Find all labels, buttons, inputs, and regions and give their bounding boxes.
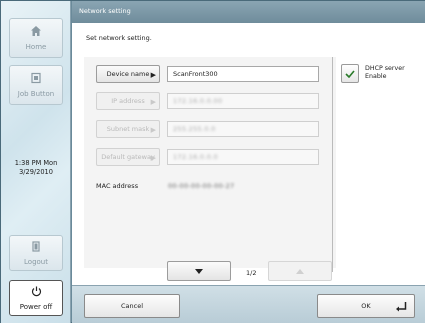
home-button[interactable]: Home <box>9 18 63 58</box>
page-down-button[interactable] <box>167 261 231 281</box>
app-window: Home Job Button 1:38 PM Mon 3/29/2010 Lo… <box>0 0 425 323</box>
default-gateway-button[interactable]: Default gateway ▶ <box>96 148 160 166</box>
power-icon <box>31 286 42 300</box>
divider <box>332 57 333 272</box>
ok-label: OK <box>361 302 371 310</box>
page-indicator: 1/2 <box>246 269 257 277</box>
clock-time: 1:38 PM Mon <box>14 159 58 167</box>
mac-address-label: MAC address <box>96 182 139 190</box>
mac-address-value: 00-00-00-00-00-27 <box>168 182 235 190</box>
job-button-label: Job Button <box>17 90 55 98</box>
default-gateway-value: 172.16.0.0.0 <box>173 153 218 161</box>
ip-address-label: IP address <box>111 97 145 105</box>
home-icon <box>30 25 42 40</box>
dhcp-label-line2: Enable <box>365 73 387 80</box>
subnet-mask-field[interactable]: 255.255.0.0 <box>167 121 319 137</box>
triangle-up-icon <box>296 268 304 274</box>
triangle-down-icon <box>195 268 203 274</box>
subnet-mask-label: Subnet mask <box>106 125 150 133</box>
arrow-right-icon: ▶ <box>150 98 156 106</box>
cancel-label: Cancel <box>120 302 144 310</box>
clock: 1:38 PM Mon 3/29/2010 <box>1 159 71 177</box>
power-off-button[interactable]: Power off <box>9 280 63 316</box>
page-up-button[interactable] <box>268 261 332 281</box>
footer: Cancel OK <box>72 285 425 323</box>
subnet-mask-value: 255.255.0.0 <box>173 125 216 133</box>
job-button[interactable]: Job Button <box>9 65 63 105</box>
sidebar: Home Job Button 1:38 PM Mon 3/29/2010 Lo… <box>1 1 71 323</box>
main-content: Set network setting. Device name ▶ ScanF… <box>72 23 425 285</box>
device-name-value: ScanFront300 <box>173 70 218 78</box>
dhcp-checkbox[interactable] <box>341 64 359 83</box>
logout-button[interactable]: Logout <box>9 235 63 271</box>
checkmark-icon <box>345 69 355 78</box>
arrow-right-icon: ▶ <box>150 126 156 134</box>
page-title: Network setting <box>79 7 131 15</box>
job-button-icon <box>30 72 42 87</box>
dhcp-label: DHCP server Enable <box>365 65 405 81</box>
device-name-label: Device name <box>106 70 150 78</box>
ip-address-button[interactable]: IP address ▶ <box>96 92 160 110</box>
arrow-right-icon: ▶ <box>150 154 156 162</box>
title-bar: Network setting <box>72 1 425 23</box>
device-name-button[interactable]: Device name ▶ <box>96 65 160 83</box>
enter-icon <box>396 302 407 312</box>
power-off-label: Power off <box>19 302 53 311</box>
default-gateway-field[interactable]: 172.16.0.0.0 <box>167 149 319 165</box>
cancel-button[interactable]: Cancel <box>84 294 180 318</box>
dhcp-label-line1: DHCP server <box>365 65 405 72</box>
logout-label: Logout <box>24 257 48 266</box>
instruction-text: Set network setting. <box>86 34 152 42</box>
home-label: Home <box>25 43 47 51</box>
ok-button[interactable]: OK <box>317 294 415 318</box>
clock-date: 3/29/2010 <box>19 168 53 176</box>
device-name-field[interactable]: ScanFront300 <box>167 66 319 82</box>
ip-address-value: 172.16.0.0.00 <box>173 97 223 105</box>
settings-panel: Device name ▶ ScanFront300 IP address ▶ … <box>84 57 336 268</box>
default-gateway-label: Default gateway <box>101 153 155 161</box>
logout-icon <box>31 240 41 255</box>
ip-address-field[interactable]: 172.16.0.0.00 <box>167 93 319 109</box>
arrow-right-icon: ▶ <box>150 71 156 79</box>
subnet-mask-button[interactable]: Subnet mask ▶ <box>96 120 160 138</box>
